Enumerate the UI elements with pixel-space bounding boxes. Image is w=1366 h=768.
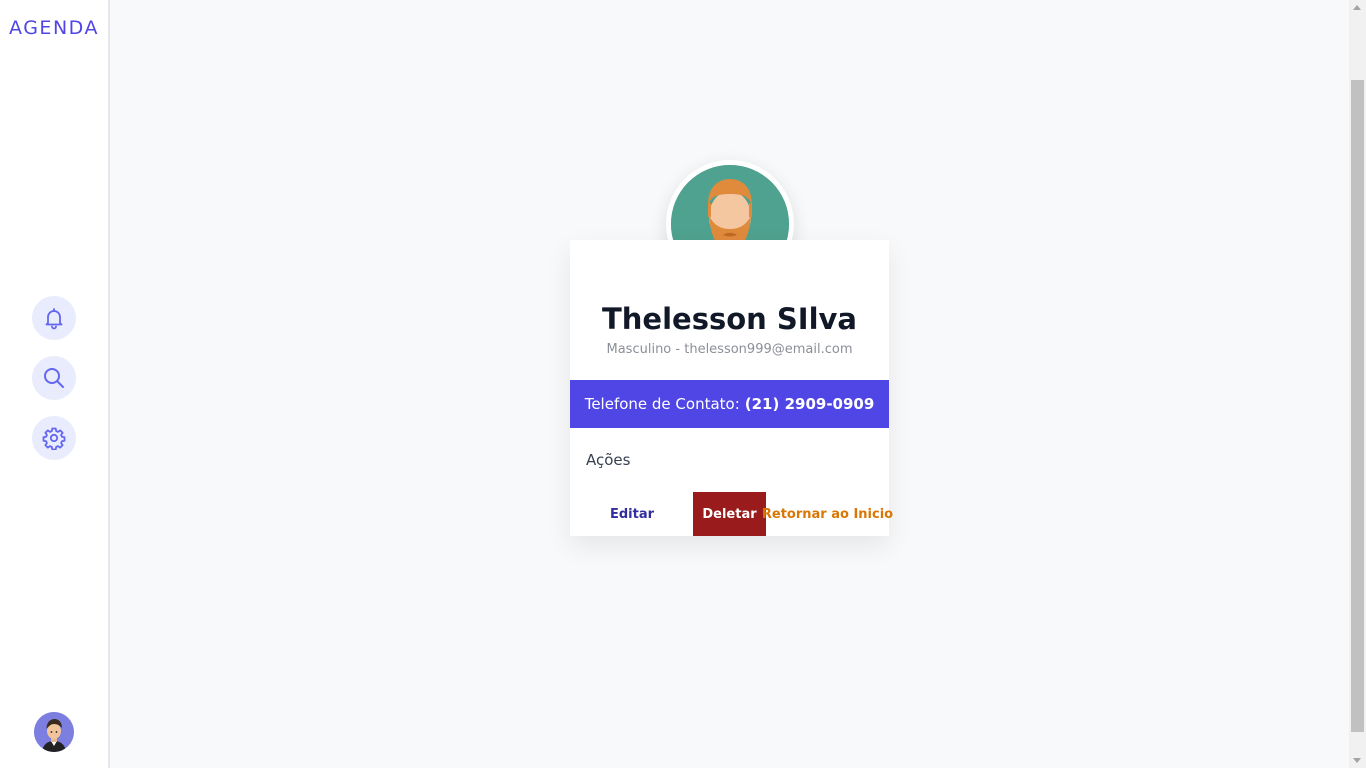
settings-button[interactable] (32, 416, 76, 460)
user-avatar[interactable] (34, 712, 74, 752)
scroll-down-arrow-icon[interactable] (1353, 758, 1361, 763)
scroll-up-arrow-icon[interactable] (1353, 5, 1361, 10)
vertical-scrollbar[interactable] (1349, 0, 1366, 768)
gear-icon (42, 427, 66, 450)
scroll-thumb[interactable] (1351, 80, 1364, 732)
phone-label: Telefone de Contato: (584, 395, 740, 413)
actions-title: Ações (586, 451, 631, 469)
search-button[interactable] (32, 356, 76, 400)
app-logo[interactable]: AGENDA (0, 17, 108, 39)
contact-card: Thelesson SIlva Masculino - thelesson999… (570, 240, 893, 536)
contact-subinfo: Masculino - thelesson999@email.com (570, 342, 889, 357)
bell-icon (45, 308, 63, 330)
contact-name: Thelesson SIlva (602, 302, 857, 336)
avatar-icon (34, 712, 74, 752)
sidebar: AGENDA (0, 0, 110, 768)
search-icon (44, 368, 64, 388)
contact-gender: Masculino (606, 342, 672, 357)
notifications-button[interactable] (32, 296, 76, 340)
contact-email: thelesson999@email.com (684, 342, 853, 357)
return-home-button[interactable]: Retornar ao Inicio (762, 492, 893, 536)
phone-number: (21) 2909-0909 (744, 395, 875, 413)
edit-button[interactable]: Editar (590, 492, 674, 536)
info-separator: - (671, 342, 685, 357)
phone-bar: Telefone de Contato: (21) 2909-0909 (570, 380, 889, 428)
delete-button[interactable]: Deletar (693, 492, 766, 536)
